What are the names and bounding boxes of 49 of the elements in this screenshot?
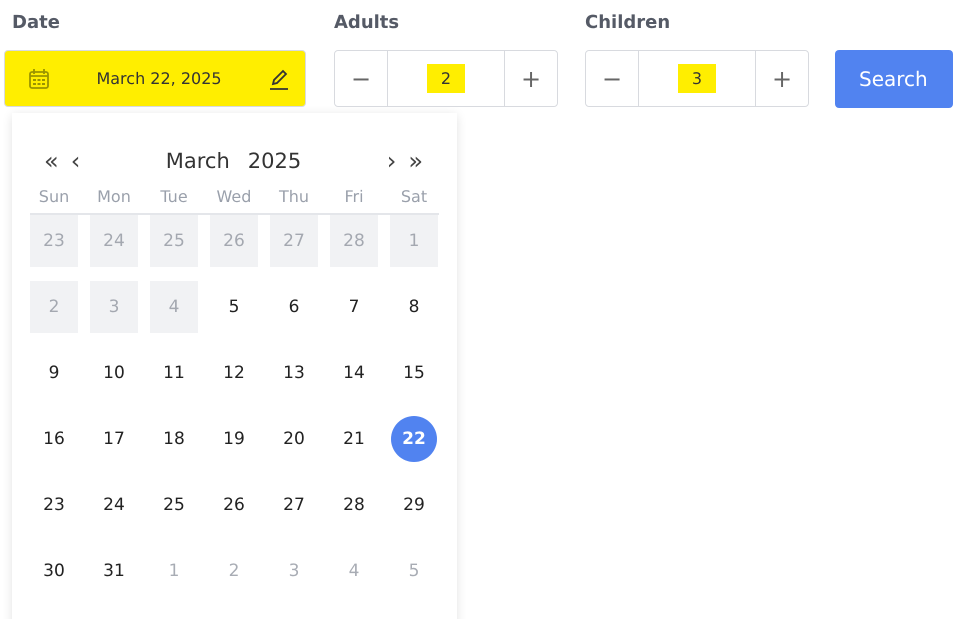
count-value[interactable]: 3 [678,64,716,93]
calendar-day[interactable]: 19 [210,413,258,465]
previous-year-button[interactable]: « [38,147,65,175]
calendar-icon [27,66,51,90]
weekday-label: Sat [400,187,428,208]
year-label[interactable]: 2025 [248,149,302,173]
calendar-day[interactable]: 9 [30,347,78,399]
calendar-day[interactable]: 16 [30,413,78,465]
calendar-day[interactable]: 31 [90,545,138,597]
calendar-day[interactable]: 17 [90,413,138,465]
weekday-label: Tue [159,187,189,208]
calendar-day[interactable]: 25 [150,479,198,531]
field-label: Children [585,11,672,35]
calendar-day[interactable]: 18 [150,413,198,465]
calendar-day[interactable]: 15 [390,347,438,399]
date-value: March 22, 2025 [95,69,223,88]
calendar-day[interactable]: 11 [150,347,198,399]
calendar-day[interactable]: 20 [270,413,318,465]
previous-month-button[interactable]: ‹ [64,147,86,175]
calendar-day[interactable]: 28 [330,479,378,531]
calendar-day[interactable]: 23 [30,479,78,531]
calendar-day[interactable]: 24 [90,479,138,531]
calendar-day[interactable]: 29 [390,479,438,531]
calendar-day[interactable]: 26 [210,479,258,531]
weekday-label: Wed [216,187,252,208]
date-field[interactable]: March 22, 2025 [4,50,306,107]
month-label[interactable]: March [166,149,230,173]
next-month-button[interactable]: › [380,147,402,175]
weekday-label: Mon [96,187,132,208]
weekday-label: Thu [278,187,310,208]
calendar-day[interactable]: 8 [390,281,438,333]
calendar-day[interactable]: 6 [270,281,318,333]
next-year-button[interactable]: » [402,147,429,175]
calendar-day[interactable]: 13 [270,347,318,399]
calendar-day[interactable]: 5 [210,281,258,333]
selected-day[interactable]: 22 [391,416,437,462]
calendar-day[interactable]: 27 [270,479,318,531]
calendar-day[interactable]: 21 [330,413,378,465]
search-button[interactable]: Search [835,50,953,108]
calendar-day[interactable]: 14 [330,347,378,399]
calendar-day[interactable]: 10 [90,347,138,399]
date-label: Date [11,11,61,35]
count-value[interactable]: 2 [426,64,466,93]
weekday-label: Fri [343,187,365,208]
calendar-day[interactable]: 7 [330,281,378,333]
weekday-label: Sun [38,187,70,208]
calendar-day[interactable]: 30 [30,545,78,597]
field-label: Adults [334,11,400,35]
calendar-day[interactable]: 12 [210,347,258,399]
